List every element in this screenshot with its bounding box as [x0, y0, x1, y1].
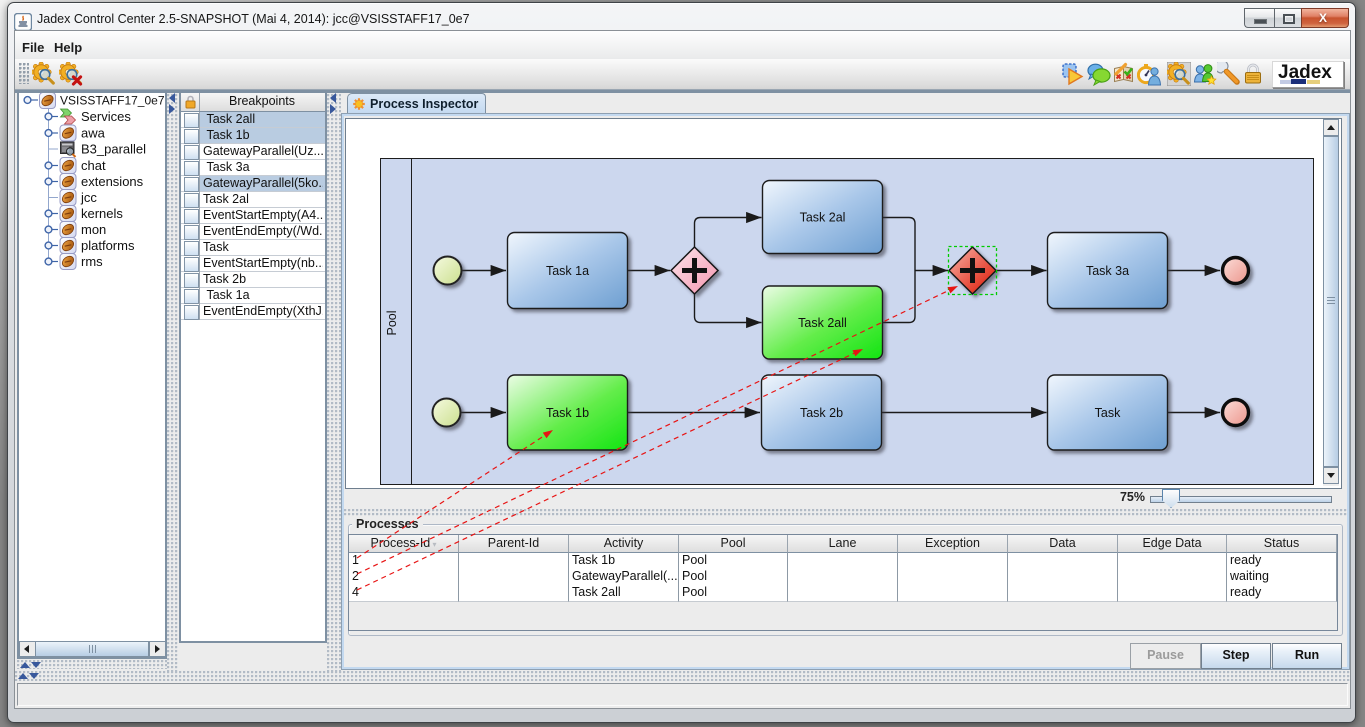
- svg-text:Task 3a: Task 3a: [1086, 264, 1129, 278]
- svg-text:Task 1a: Task 1a: [546, 264, 589, 278]
- svg-text:Task 1b: Task 1b: [546, 406, 589, 420]
- svg-text:Task: Task: [1095, 406, 1121, 420]
- svg-text:Task 2all: Task 2all: [798, 316, 847, 330]
- svg-text:mon: mon: [81, 222, 106, 237]
- svg-text:extensions: extensions: [81, 174, 144, 189]
- svg-text:Pool: Pool: [385, 310, 399, 335]
- svg-text:kernels: kernels: [81, 206, 123, 221]
- svg-text:B3_parallel: B3_parallel: [81, 142, 146, 157]
- svg-text:jcc: jcc: [80, 190, 97, 205]
- svg-text:VSISSTAFF17_0e7: VSISSTAFF17_0e7: [60, 94, 165, 108]
- svg-text:Services: Services: [81, 109, 131, 124]
- svg-text:platforms: platforms: [81, 238, 135, 253]
- svg-text:Task 2b: Task 2b: [800, 406, 843, 420]
- svg-text:rms: rms: [81, 254, 103, 269]
- svg-text:Task 2al: Task 2al: [800, 211, 846, 225]
- svg-text:chat: chat: [81, 158, 106, 173]
- svg-text:awa: awa: [81, 126, 106, 141]
